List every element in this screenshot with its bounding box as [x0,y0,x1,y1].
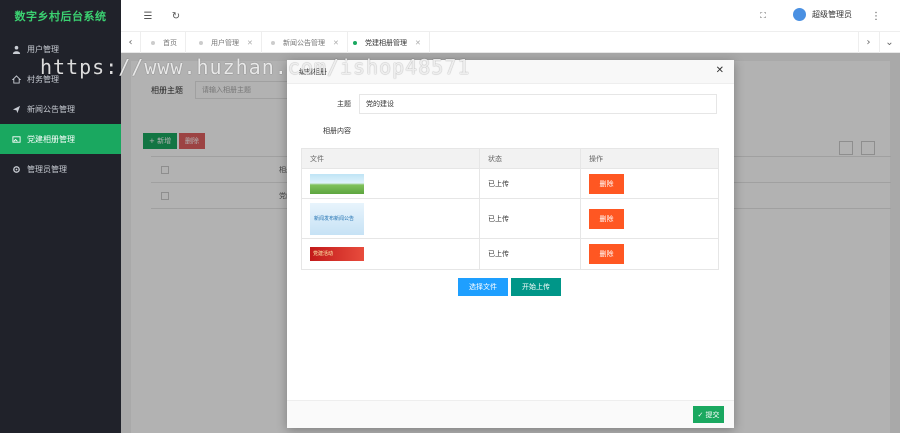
menu-toggle-icon[interactable]: ☰ [141,9,155,23]
file-cell: 党建活动 [302,247,479,261]
tab-close-icon[interactable]: ✕ [415,39,421,47]
tab-dot [151,40,155,45]
tab-label: 用户管理 [211,38,239,47]
app-brand: 数字乡村后台系统 [14,10,107,23]
action-cell: 删除 [580,239,718,269]
tab-dot [271,40,275,45]
top-header: ☰ ↻ ⛶ 超级管理员 ⋮ [121,0,900,32]
sidebar-item-album[interactable]: 党建相册管理 [0,124,121,154]
tab-label: 首页 [163,38,177,47]
tab-close-icon[interactable]: ✕ [247,39,253,47]
watermark-text: https://www.huzhan.com/ishop48571 [40,55,471,79]
delete-file-button[interactable]: 删除 [589,208,624,229]
avatar [793,8,806,21]
edit-album-modal: 编辑相册 ✕ 主题 党的建设 相册内容 文件 状态 操作 已上传 删除 新闻发布… [287,60,734,428]
refresh-icon[interactable]: ↻ [169,9,183,23]
picture-icon [11,134,21,144]
column-file: 文件 [310,154,324,163]
submit-button[interactable]: ✓ 提交 [693,406,724,423]
file-cell [302,173,479,194]
subject-field: 主题 党的建设 [287,94,717,114]
home-icon [11,74,21,84]
tab-prev-icon[interactable]: ‹ [121,32,141,53]
status-cell: 已上传 [479,199,580,238]
user-icon [11,44,21,54]
close-icon[interactable]: ✕ [716,65,724,76]
sidebar-item-news[interactable]: 新闻公告管理 [0,94,121,124]
subject-input[interactable]: 党的建设 [359,94,717,114]
tab-news[interactable]: 新闻公告管理 ✕ [263,32,348,53]
subject-label: 主题 [337,100,351,108]
file-cell: 新闻发布新闻公告 [302,202,479,235]
tab-users[interactable]: 用户管理 ✕ [191,32,262,53]
send-icon [11,104,21,114]
status-cell: 已上传 [479,169,580,198]
sidebar-item-label: 用户管理 [27,44,59,54]
sidebar-item-label: 管理员管理 [27,164,67,174]
table-row: 已上传 删除 [302,169,718,199]
action-cell: 删除 [580,169,718,198]
upload-table: 文件 状态 操作 已上传 删除 新闻发布新闻公告 已上传 删除 党建活动 已上传… [301,148,719,270]
tab-home[interactable]: 首页 [143,32,186,53]
tab-dot [353,40,357,45]
content-field: 相册内容 [287,126,359,136]
sidebar-item-label: 新闻公告管理 [27,104,75,114]
fullscreen-icon[interactable]: ⛶ [756,9,770,23]
file-thumbnail: 党建活动 [310,247,364,261]
status-cell: 已上传 [479,239,580,269]
table-row: 新闻发布新闻公告 已上传 删除 [302,199,718,239]
tab-label: 新闻公告管理 [283,38,325,47]
tab-bar: ‹ 首页 用户管理 ✕ 新闻公告管理 ✕ 党建相册管理 ✕ › ⌄ [121,32,900,53]
tab-album[interactable]: 党建相册管理 ✕ [345,32,430,53]
sidebar-item-admins[interactable]: 管理员管理 [0,154,121,184]
thumbnail-text: 党建活动 [313,251,334,257]
delete-file-button[interactable]: 删除 [589,173,624,194]
user-menu[interactable]: 超级管理员 [793,8,852,21]
thumbnail-text: 新闻发布新闻公告 [314,215,355,222]
start-upload-button[interactable]: 开始上传 [511,278,561,296]
more-icon[interactable]: ⋮ [869,9,883,23]
file-thumbnail [310,173,364,194]
column-action: 操作 [580,148,718,169]
tab-label: 党建相册管理 [365,38,407,47]
column-status: 状态 [479,148,580,169]
choose-file-button[interactable]: 选择文件 [458,278,508,296]
action-cell: 删除 [580,199,718,238]
tab-next-icon[interactable]: › [858,32,878,53]
sidebar-item-label: 党建相册管理 [27,134,75,144]
tab-dot [199,40,203,45]
upload-table-header: 文件 状态 操作 [302,148,718,169]
file-thumbnail: 新闻发布新闻公告 [310,202,364,235]
table-row: 党建活动 已上传 删除 [302,239,718,269]
tab-dropdown-icon[interactable]: ⌄ [879,32,899,53]
content-label: 相册内容 [323,127,351,135]
tab-close-icon[interactable]: ✕ [333,39,339,47]
gear-icon [11,164,21,174]
modal-footer: ✓ 提交 [287,400,734,428]
delete-file-button[interactable]: 删除 [589,244,624,264]
user-name: 超级管理员 [812,10,852,19]
